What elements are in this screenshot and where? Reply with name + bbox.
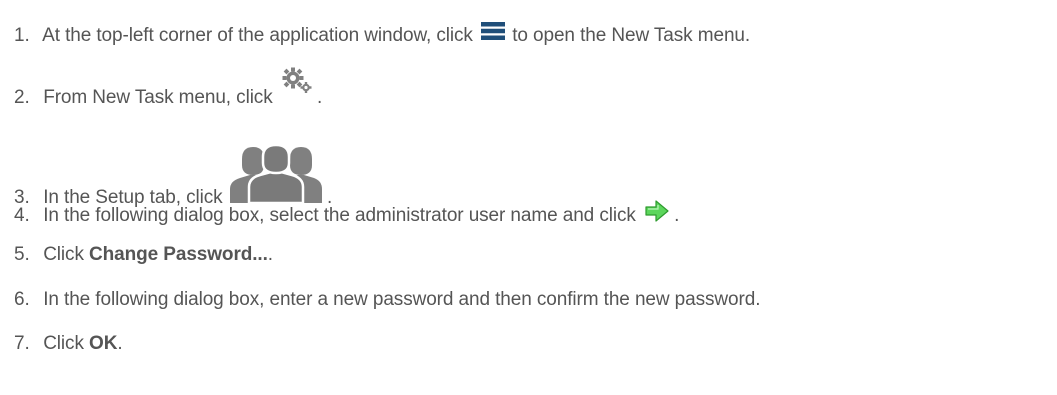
step-number: 4. bbox=[14, 205, 30, 226]
step-text-after: . bbox=[267, 244, 273, 265]
step-text-after: to open the New Task menu. bbox=[512, 25, 751, 46]
step-number: 7. bbox=[14, 333, 30, 354]
step-5: 5. Click Change Password.... bbox=[14, 244, 273, 266]
users-group-icon bbox=[229, 145, 322, 203]
step-6: 6. In the following dialog box, enter a … bbox=[14, 289, 760, 311]
step-text: In the following dialog box, enter a new… bbox=[43, 289, 761, 310]
step-text: In the following dialog box, select the … bbox=[43, 205, 636, 226]
step-1: 1. At the top-left corner of the applica… bbox=[14, 22, 751, 47]
step-text: At the top-left corner of the applicatio… bbox=[42, 25, 473, 46]
step-number: 6. bbox=[14, 289, 30, 310]
step-2: 2. From New Task menu, click . bbox=[14, 67, 323, 109]
step-text: Click bbox=[43, 244, 90, 265]
green-arrow-right-icon bbox=[645, 200, 669, 222]
ok-label: OK bbox=[89, 333, 118, 354]
step-7: 7. Click OK. bbox=[14, 333, 123, 355]
step-text-after: . bbox=[117, 333, 123, 354]
step-text: From New Task menu, click bbox=[43, 87, 273, 108]
step-4: 4. In the following dialog box, select t… bbox=[14, 199, 679, 227]
step-text-after: . bbox=[674, 205, 680, 226]
hamburger-menu-icon bbox=[481, 22, 506, 40]
step-number: 5. bbox=[14, 244, 30, 265]
gears-settings-icon bbox=[282, 67, 312, 93]
step-text-after: . bbox=[317, 87, 323, 108]
step-number: 2. bbox=[14, 87, 30, 108]
change-password-label: Change Password... bbox=[89, 244, 268, 265]
step-text: Click bbox=[43, 333, 90, 354]
step-number: 1. bbox=[14, 25, 30, 46]
